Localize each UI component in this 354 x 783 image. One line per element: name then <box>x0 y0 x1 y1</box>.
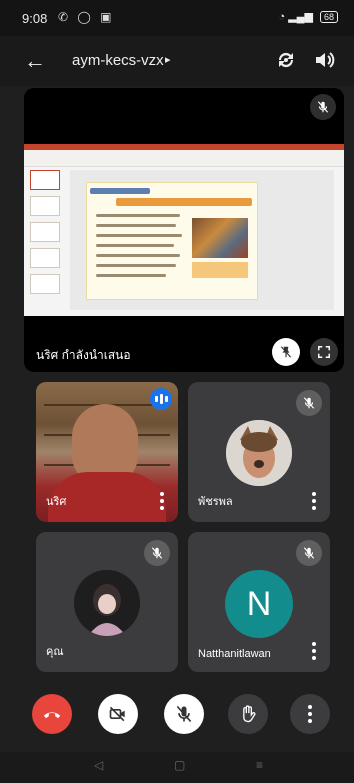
unpin-button[interactable] <box>272 338 300 366</box>
slide-thumbnail <box>30 248 60 268</box>
participant-name: นริศ <box>46 496 67 508</box>
slide-text-line <box>96 264 176 267</box>
participant-name: Natthanitlawan <box>198 648 271 660</box>
shared-screen <box>24 144 344 316</box>
avatar-initial: N <box>225 570 293 638</box>
avatar <box>74 570 140 636</box>
status-notification-icons: ✆ ◯ ▣ <box>58 10 115 24</box>
speaking-indicator-icon <box>150 388 172 410</box>
switch-camera-icon[interactable] <box>274 48 298 72</box>
back-arrow-icon[interactable]: ← <box>24 48 46 74</box>
slide-thumbnail <box>30 222 60 242</box>
raise-hand-icon <box>243 705 256 723</box>
participant-name: คุณ <box>46 646 64 658</box>
battery-icon: 68 <box>319 11 338 23</box>
participant-name: พัชรพล <box>198 496 233 508</box>
slide-title-bar <box>116 198 252 206</box>
slide-text-line <box>96 254 180 257</box>
slide-thumbnails <box>30 170 60 310</box>
meeting-info-caret-icon[interactable]: ▸ <box>165 53 171 66</box>
meeting-code[interactable]: aym-kecs-vzx <box>72 52 164 69</box>
nav-back-icon[interactable]: ◁ <box>94 758 103 772</box>
camera-toggle-button[interactable] <box>98 694 138 734</box>
end-call-button[interactable] <box>32 694 72 734</box>
slide-text-line <box>96 234 182 237</box>
slide-heading-bar <box>90 188 150 194</box>
slide-text-line <box>96 224 176 227</box>
more-vert-icon <box>308 705 312 723</box>
more-options-icon[interactable] <box>160 492 164 510</box>
slide-photo <box>192 218 248 258</box>
status-right-icons: ◔ ▂▄▆ 68 <box>278 10 338 23</box>
participant-tile[interactable]: พัชรพล <box>188 382 330 522</box>
participant-tile[interactable]: N Natthanitlawan <box>188 532 330 672</box>
slide-text-line <box>96 274 166 277</box>
slide-text-line <box>96 214 180 217</box>
fullscreen-icon <box>318 346 330 358</box>
slide-text-line <box>96 244 174 247</box>
more-options-button[interactable] <box>290 694 330 734</box>
status-bar: 9:08 ✆ ◯ ▣ ◔ ▂▄▆ 68 <box>0 0 354 36</box>
presenter-label: นริศ กำลังนำเสนอ <box>36 348 131 362</box>
slide-thumbnail <box>30 274 60 294</box>
hang-up-icon <box>43 712 61 719</box>
pin-off-icon <box>280 346 292 358</box>
mic-off-icon <box>296 540 322 566</box>
mic-toggle-button[interactable] <box>164 694 204 734</box>
status-time: 9:08 <box>22 11 48 26</box>
participant-tile[interactable]: นริศ <box>36 382 178 522</box>
camera-off-icon <box>109 706 125 722</box>
meeting-header: ← aym-kecs-vzx ▸ <box>0 36 354 86</box>
mic-off-icon <box>144 540 170 566</box>
speaker-icon[interactable] <box>312 48 336 72</box>
presentation-mic-off-icon <box>310 94 336 120</box>
mic-off-icon <box>176 705 192 723</box>
slide-caption-box <box>192 262 248 278</box>
nav-recents-icon[interactable]: ≡ <box>256 758 263 772</box>
signal-icon: ▂▄▆ <box>288 11 313 23</box>
more-options-icon[interactable] <box>312 492 316 510</box>
nav-home-icon[interactable]: ▢ <box>174 758 185 772</box>
raise-hand-button[interactable] <box>228 694 268 734</box>
mic-off-icon <box>296 390 322 416</box>
presentation-tile[interactable]: นริศ กำลังนำเสนอ <box>24 88 344 372</box>
app-ribbon <box>24 150 344 167</box>
more-options-icon[interactable] <box>312 642 316 660</box>
slide-thumbnail <box>30 196 60 216</box>
participant-tile[interactable]: คุณ <box>36 532 178 672</box>
slide-thumbnail <box>30 170 60 190</box>
wifi-icon: ◔ <box>278 11 286 23</box>
avatar <box>226 420 292 486</box>
fullscreen-button[interactable] <box>310 338 338 366</box>
